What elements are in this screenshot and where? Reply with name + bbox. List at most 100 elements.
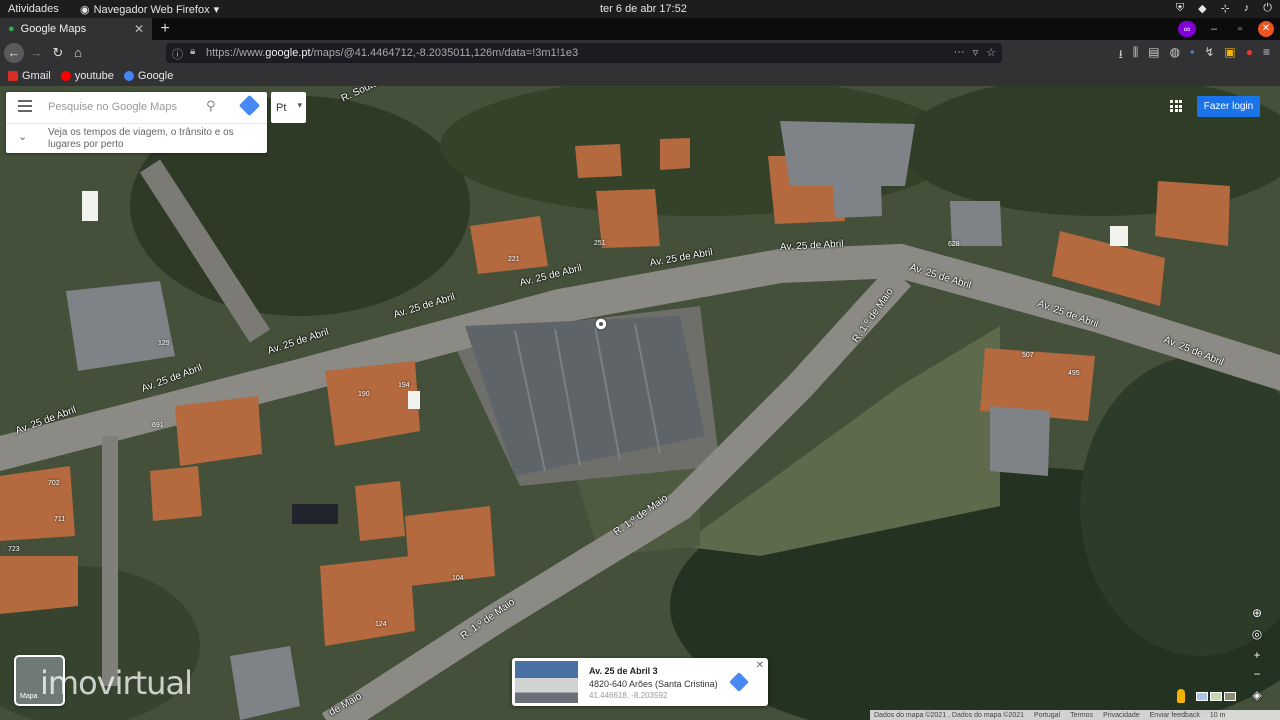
satellite-map[interactable]: R. Souto d... Av. 25 de Abril Av. 25 de … xyxy=(0,86,1280,720)
extension-icon[interactable]: ↯ xyxy=(1204,45,1214,66)
place-title: Av. 25 de Abril 3 xyxy=(589,666,658,676)
house-number: 507 xyxy=(1022,352,1034,359)
house-number: 702 xyxy=(48,480,60,487)
back-button[interactable]: ← xyxy=(4,43,24,63)
house-number: 723 xyxy=(8,546,20,553)
compass-icon[interactable]: ◈ xyxy=(1248,688,1266,704)
place-card[interactable]: Av. 25 de Abril 3 4820-640 Arões (Santa … xyxy=(512,658,768,706)
app-menu-label: Navegador Web Firefox xyxy=(93,3,210,16)
house-number: 691 xyxy=(152,422,164,429)
activities-button[interactable]: Atividades xyxy=(8,3,59,15)
downloads-icon[interactable]: ⭳ xyxy=(1119,45,1123,66)
search-icon[interactable]: ⚲ xyxy=(206,98,216,114)
street-view-pegman-icon[interactable] xyxy=(1177,689,1185,703)
place-photo[interactable] xyxy=(515,661,578,703)
house-number: 190 xyxy=(358,391,370,398)
dropbox-icon[interactable]: ◆ xyxy=(1198,2,1206,15)
zoom-out-button[interactable]: − xyxy=(1248,667,1266,683)
maximize-button[interactable]: ▫ xyxy=(1232,23,1248,35)
power-icon[interactable]: ⏻ xyxy=(1263,2,1272,15)
globe-icon[interactable]: ⊕ xyxy=(1248,606,1266,622)
google-apps-icon[interactable] xyxy=(1170,100,1182,112)
sign-in-button[interactable]: Fazer login xyxy=(1197,96,1260,117)
chevron-down-icon[interactable]: ⌄ xyxy=(18,130,27,143)
account-icon[interactable]: ◍ xyxy=(1170,45,1180,66)
house-number: 628 xyxy=(948,241,960,248)
footer-link-privacy[interactable]: Privacidade xyxy=(1103,712,1140,719)
watermark-logo: imovirtual xyxy=(40,664,193,702)
terrain-thumbnail[interactable] xyxy=(1210,692,1222,701)
shield-icon[interactable]: ⛨ xyxy=(1176,2,1184,15)
private-browsing-icon: ∞ xyxy=(1178,21,1196,37)
google-icon xyxy=(123,71,134,81)
volume-icon[interactable]: ♪ xyxy=(1244,2,1250,15)
youtube-icon xyxy=(60,71,71,81)
search-input[interactable]: Pesquise no Google Maps xyxy=(48,101,177,113)
map-thumbnail[interactable] xyxy=(1196,692,1208,701)
satellite-imagery xyxy=(0,86,1280,720)
page-actions-icon[interactable]: ··· xyxy=(954,46,965,59)
system-tray[interactable]: ⛨ ◆ ⊹ ♪ ⏻ xyxy=(1176,2,1272,15)
pocket-icon[interactable]: ▿ xyxy=(973,46,979,59)
close-icon[interactable]: ✕ xyxy=(756,660,764,671)
my-location-icon[interactable]: ◎ xyxy=(1248,627,1266,643)
footer-link-terms[interactable]: Termos xyxy=(1070,712,1093,719)
bookmark-star-icon[interactable]: ☆ xyxy=(986,46,996,59)
close-tab-icon[interactable]: ✕ xyxy=(134,22,144,36)
bookmark-google[interactable]: Google xyxy=(123,70,173,82)
map-data-attribution: Dados do mapa ©2021 , Dados do mapa ©202… xyxy=(874,711,1025,719)
network-icon[interactable]: ⊹ xyxy=(1221,2,1230,15)
url-bar[interactable]: ⓘ 🔒︎ https://www.google.pt/maps/@41.4464… xyxy=(166,43,1002,63)
directions-icon[interactable] xyxy=(238,94,261,117)
scale-bar[interactable]: 10 m xyxy=(1210,712,1226,719)
satellite-thumbnail[interactable] xyxy=(1224,692,1236,701)
house-number: 194 xyxy=(398,382,410,389)
bookmarks-bar: Gmail youtube Google xyxy=(0,66,1280,86)
firefox-icon: ◉ xyxy=(80,4,90,16)
hamburger-menu-icon[interactable] xyxy=(18,100,32,112)
map-footer: Dados do mapa ©2021 , Dados do mapa ©202… xyxy=(870,710,1280,720)
gmail-icon xyxy=(8,71,18,81)
tab-title: Google Maps xyxy=(20,23,87,35)
site-info-icon[interactable]: ⓘ xyxy=(172,46,183,62)
extension-icon[interactable]: ▣ xyxy=(1224,45,1235,66)
bookmark-gmail[interactable]: Gmail xyxy=(8,70,51,82)
house-number: 711 xyxy=(54,516,66,523)
place-coordinates: 41.446618, -8.203592 xyxy=(589,691,668,700)
extension-icon[interactable]: • xyxy=(1190,45,1194,66)
layers-label: Mapa xyxy=(20,693,38,700)
extension-icon[interactable]: ● xyxy=(1246,45,1253,66)
menu-icon[interactable]: ≡ xyxy=(1263,45,1270,66)
house-number: 104 xyxy=(452,575,464,582)
footer-link-feedback[interactable]: Enviar feedback xyxy=(1150,712,1200,719)
home-button[interactable]: ⌂ xyxy=(68,43,88,63)
directions-icon[interactable] xyxy=(729,672,749,692)
lock-icon[interactable]: 🔒︎ xyxy=(190,46,195,57)
forward-button[interactable]: → xyxy=(26,43,46,63)
url-text[interactable]: https://www.google.pt/maps/@41.4464712,-… xyxy=(206,47,578,59)
tab-google-maps[interactable]: ● Google Maps ✕ xyxy=(0,18,152,40)
library-icon[interactable]: ⫼ xyxy=(1133,45,1139,66)
new-tab-button[interactable]: + xyxy=(156,20,174,38)
footer-link-portugal[interactable]: Portugal xyxy=(1034,712,1060,719)
maps-favicon-icon: ● xyxy=(8,23,15,35)
house-number: 221 xyxy=(508,256,520,263)
map-type-thumbnails[interactable] xyxy=(1196,692,1236,701)
reload-button[interactable]: ↻ xyxy=(48,43,68,63)
house-number: 129 xyxy=(158,340,170,347)
window-controls: ∞ – ▫ ✕ xyxy=(1178,18,1280,40)
house-number: 495 xyxy=(1068,370,1080,377)
house-number: 251 xyxy=(594,240,606,247)
minimize-button[interactable]: – xyxy=(1206,23,1222,35)
language-dropdown[interactable]: Pt xyxy=(271,92,306,123)
nearby-hint[interactable]: Veja os tempos de viagem, o trânsito e o… xyxy=(48,127,258,151)
toolbar-right: ⭳ ⫼ ▤ ◍ • ↯ ▣ ● ≡ xyxy=(1119,45,1270,66)
navigation-bar: ← → ↻ ⌂ ⓘ 🔒︎ https://www.google.pt/maps/… xyxy=(0,40,1280,66)
clock[interactable]: ter 6 de abr 17:52 xyxy=(600,3,687,15)
close-window-button[interactable]: ✕ xyxy=(1258,21,1274,37)
sidebar-icon[interactable]: ▤ xyxy=(1148,45,1159,66)
divider xyxy=(6,123,267,124)
bookmark-youtube[interactable]: youtube xyxy=(60,70,114,82)
zoom-in-button[interactable]: + xyxy=(1248,648,1266,664)
app-menu[interactable]: ◉ Navegador Web Firefox ▾ xyxy=(80,3,219,17)
